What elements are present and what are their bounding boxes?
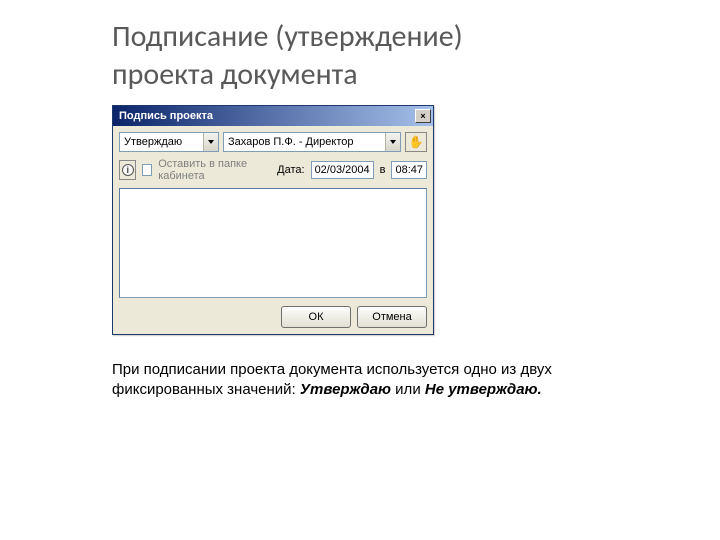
dialog-buttons: ОК Отмена [113, 298, 433, 334]
info-icon: i [122, 164, 134, 176]
titlebar[interactable]: Подпись проекта × [113, 106, 433, 126]
close-button[interactable]: × [415, 109, 431, 123]
ok-button[interactable]: ОК [281, 306, 351, 328]
pick-signer-button[interactable]: ✋ [405, 132, 427, 152]
keep-in-folder-label: Оставить в папке кабинета [158, 158, 265, 182]
signer-combo[interactable]: Захаров П.Ф. - Директор [223, 132, 401, 152]
chevron-down-icon[interactable] [203, 133, 218, 151]
date-label: Дата: [277, 164, 304, 176]
row-selectors: Утверждаю Захаров П.Ф. - Директор ✋ [113, 126, 433, 156]
caption-option-1: Утверждаю [300, 381, 391, 398]
cancel-button[interactable]: Отмена [357, 306, 427, 328]
caption-option-2: Не утверждаю. [425, 381, 542, 398]
action-combo[interactable]: Утверждаю [119, 132, 219, 152]
info-button[interactable]: i [119, 160, 136, 180]
at-label: в [380, 164, 386, 176]
row-options: i Оставить в папке кабинета Дата: 02/03/… [113, 156, 433, 188]
hand-icon: ✋ [409, 135, 424, 149]
chevron-down-icon[interactable] [385, 133, 400, 151]
caption-mid: или [391, 381, 425, 398]
date-field[interactable]: 02/03/2004 [311, 161, 374, 179]
keep-in-folder-checkbox[interactable] [142, 164, 152, 176]
action-combo-value: Утверждаю [120, 136, 203, 148]
title-line-2: проекта документа [112, 56, 358, 93]
dialog-title: Подпись проекта [119, 110, 415, 122]
title-line-1: Подписание (утверждение) [112, 18, 463, 55]
comment-textarea[interactable] [119, 188, 427, 298]
dialog-sign-project: Подпись проекта × Утверждаю Захаров П.Ф.… [112, 105, 434, 335]
slide-caption: При подписании проекта документа использ… [112, 360, 612, 401]
time-field[interactable]: 08:47 [391, 161, 427, 179]
slide-title: Подписание (утверждение) проекта докумен… [112, 18, 463, 93]
signer-combo-value: Захаров П.Ф. - Директор [224, 136, 385, 148]
